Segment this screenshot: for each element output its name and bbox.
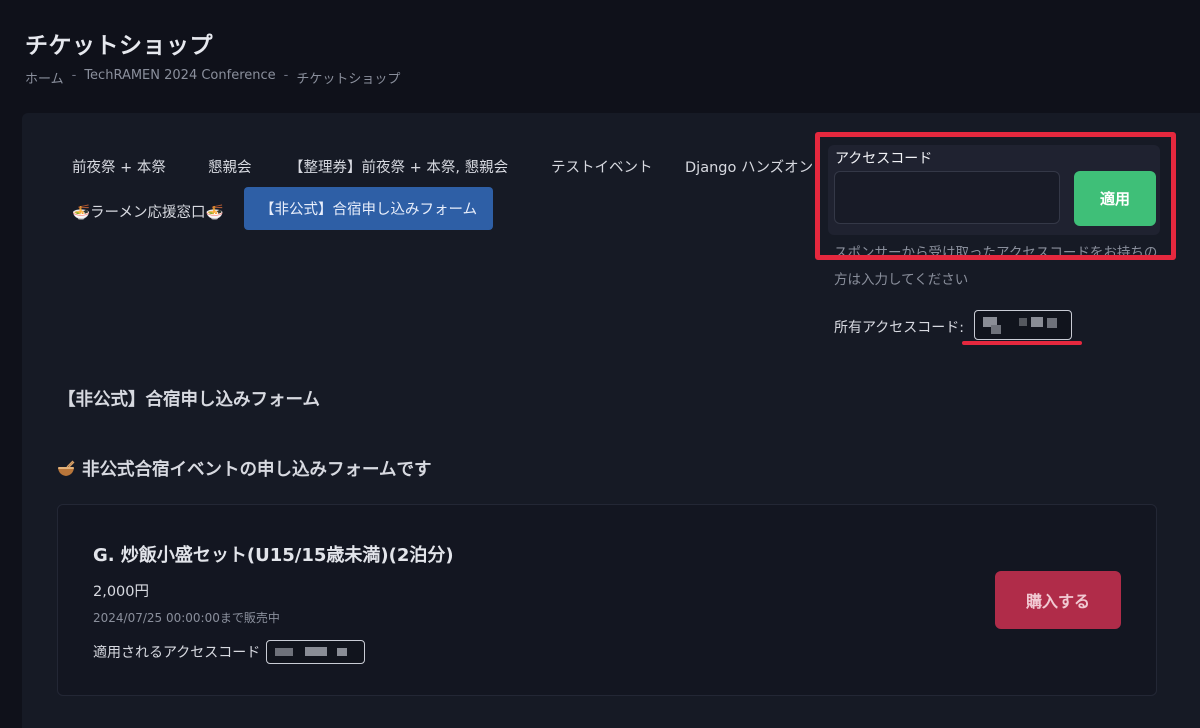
breadcrumb-item-home[interactable]: ホーム [25, 68, 64, 87]
ticket-card: G. 炒飯小盛セット(U15/15歳未満)(2泊分) 2,000円 2024/0… [57, 504, 1157, 696]
tab-django-handson[interactable]: Django ハンズオン [685, 156, 813, 177]
owned-access-code-value [974, 310, 1072, 340]
ramen-bowl-icon [56, 459, 76, 479]
annotation-underline [962, 341, 1082, 345]
breadcrumb-item-ticket-shop: チケットショップ [296, 72, 401, 87]
applied-access-code-value [266, 640, 365, 664]
tab-unofficial-camp-form[interactable]: 【非公式】合宿申し込みフォーム [244, 187, 494, 230]
ticket-name: G. 炒飯小盛セット(U15/15歳未満)(2泊分) [93, 545, 454, 566]
tab-test-event[interactable]: テストイベント [551, 156, 653, 177]
page-title: チケットショップ [25, 33, 213, 59]
event-description-text: 非公式合宿イベントの申し込みフォームです [82, 460, 432, 480]
tab-konshinkai[interactable]: 懇親会 [208, 156, 252, 177]
owned-access-code-label: 所有アクセスコード: [834, 320, 965, 336]
breadcrumb-item-conference[interactable]: TechRAMEN 2024 Conference [84, 68, 275, 87]
tab-seiriken[interactable]: 【整理券】前夜祭 + 本祭, 懇親会 [289, 156, 508, 177]
annotation-highlight-box [815, 132, 1176, 260]
breadcrumb-separator: - [71, 68, 77, 83]
event-description: 非公式合宿イベントの申し込みフォームです [56, 456, 431, 481]
ticket-price: 2,000円 [93, 584, 150, 600]
tab-zenyasai-honsai[interactable]: 前夜祭 + 本祭 [72, 156, 166, 177]
breadcrumb-separator: - [283, 68, 289, 83]
ticket-sale-period: 2024/07/25 00:00:00まで販売中 [93, 611, 280, 625]
breadcrumb: ホーム - TechRAMEN 2024 Conference - チケットショ… [25, 68, 400, 87]
tab-ramen-support[interactable]: 🍜ラーメン応援窓口🍜 [72, 201, 224, 222]
applied-access-code-label: 適用されるアクセスコード [93, 645, 261, 661]
section-heading: 【非公式】合宿申し込みフォーム [58, 390, 320, 410]
buy-button[interactable]: 購入する [995, 571, 1121, 629]
